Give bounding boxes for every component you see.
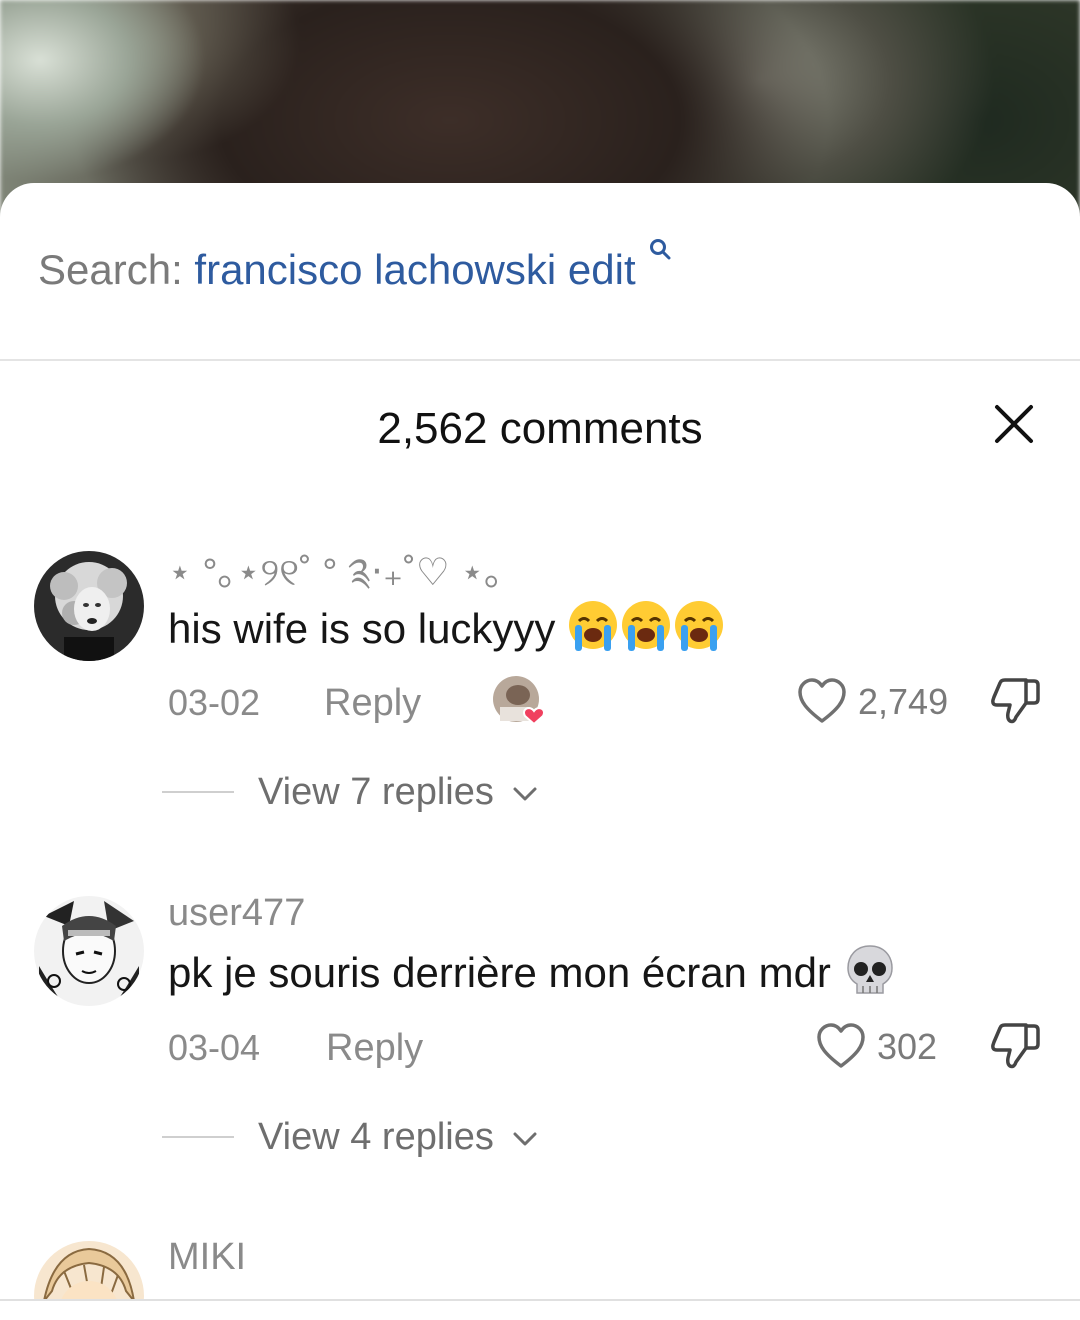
comments-sheet: Search: francisco lachowski edit 2,562 c… bbox=[0, 183, 1080, 1320]
search-icon bbox=[650, 239, 671, 260]
comment-body: his wife is so luckyyy bbox=[168, 605, 556, 653]
comment-username[interactable]: MIKI bbox=[168, 1235, 246, 1279]
bottom-edge bbox=[0, 1301, 1080, 1320]
comment-text: pk je souris derrière mon écran mdr bbox=[168, 943, 897, 1009]
replies-divider bbox=[162, 1136, 234, 1138]
chevron-down-icon bbox=[513, 1132, 537, 1146]
like-count: 2,749 bbox=[858, 681, 949, 722]
comment-date: 03-02 bbox=[168, 682, 261, 723]
skull-icon bbox=[843, 943, 897, 1009]
reply-button[interactable]: Reply bbox=[324, 681, 421, 725]
view-replies-label: View 4 replies bbox=[258, 1116, 494, 1158]
avatar[interactable] bbox=[34, 551, 144, 661]
divider bbox=[0, 359, 1080, 361]
heart-icon[interactable] bbox=[796, 677, 848, 725]
view-replies-button[interactable]: View 7 replies bbox=[258, 770, 538, 814]
chevron-down-icon bbox=[513, 787, 537, 801]
comment-date: 03-04 bbox=[168, 1027, 261, 1068]
search-suggestion[interactable]: Search: francisco lachowski edit bbox=[38, 239, 671, 295]
search-prefix: Search: bbox=[38, 246, 183, 293]
like-count: 302 bbox=[877, 1026, 938, 1067]
creator-liked-icon bbox=[493, 676, 545, 726]
view-replies-button[interactable]: View 4 replies bbox=[258, 1115, 538, 1159]
close-icon[interactable] bbox=[990, 400, 1038, 448]
avatar[interactable] bbox=[34, 896, 144, 1006]
comment-body: pk je souris derrière mon écran mdr bbox=[168, 949, 831, 997]
crying-face-icon bbox=[567, 599, 725, 665]
search-query-link[interactable]: francisco lachowski edit bbox=[194, 246, 635, 293]
replies-divider bbox=[162, 791, 234, 793]
heart-icon[interactable] bbox=[815, 1022, 867, 1070]
view-replies-label: View 7 replies bbox=[258, 771, 494, 813]
dislike-icon[interactable] bbox=[988, 1022, 1042, 1074]
reply-button[interactable]: Reply bbox=[326, 1026, 423, 1070]
comment-username[interactable]: user477 bbox=[168, 891, 305, 935]
comment-text: his wife is so luckyyy bbox=[168, 599, 725, 665]
dislike-icon[interactable] bbox=[988, 677, 1042, 729]
comment-username[interactable]: ⋆ °｡⋆୨୧˚ ° ༉‧₊˚♡ ⋆｡ bbox=[168, 551, 503, 595]
comments-count-title: 2,562 comments bbox=[377, 404, 703, 453]
